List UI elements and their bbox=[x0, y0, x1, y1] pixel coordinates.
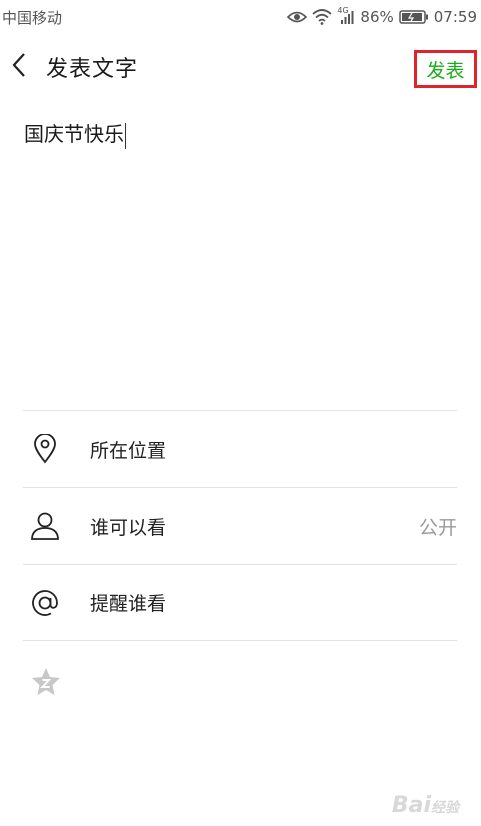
option-mention[interactable]: 提醒谁看 bbox=[23, 564, 457, 641]
option-visibility[interactable]: 谁可以看 公开 bbox=[23, 487, 457, 564]
network-type-label: 4G bbox=[337, 6, 349, 15]
option-location[interactable]: 所在位置 bbox=[23, 410, 457, 487]
compose-textarea[interactable]: 国庆节快乐 bbox=[24, 118, 456, 408]
eye-icon bbox=[287, 10, 308, 24]
option-mention-label: 提醒谁看 bbox=[90, 593, 167, 615]
wifi-icon bbox=[312, 9, 333, 25]
signal-icon: 4G bbox=[337, 6, 355, 25]
option-visibility-label: 谁可以看 bbox=[90, 516, 167, 539]
clock: 07:59 bbox=[433, 8, 477, 26]
compose-text: 国庆节快乐 bbox=[24, 122, 124, 146]
title-bar: 发表文字 发表 bbox=[0, 34, 481, 100]
back-button[interactable] bbox=[6, 50, 32, 84]
status-bar: 中国移动 4G 86% 07:59 bbox=[0, 0, 481, 34]
page-title: 发表文字 bbox=[46, 57, 139, 82]
chevron-left-icon bbox=[11, 52, 27, 82]
options-list: 所在位置 谁可以看 公开 提醒谁看 bbox=[23, 410, 457, 641]
at-sign-icon bbox=[29, 587, 61, 619]
text-caret bbox=[125, 122, 126, 149]
carrier-label: 中国移动 bbox=[2, 8, 63, 27]
battery-percent: 86% bbox=[360, 8, 394, 26]
option-location-label: 所在位置 bbox=[90, 439, 167, 462]
battery-icon bbox=[399, 10, 429, 24]
person-icon bbox=[29, 510, 61, 542]
status-icons: 4G 86% 07:59 bbox=[287, 6, 477, 26]
watermark: Bai经验 bbox=[391, 793, 459, 818]
location-pin-icon bbox=[29, 433, 61, 465]
option-visibility-value: 公开 bbox=[418, 516, 457, 539]
publish-button[interactable]: 发表 bbox=[414, 50, 477, 88]
publish-label: 发表 bbox=[426, 59, 465, 82]
star-badge-icon[interactable] bbox=[30, 666, 62, 698]
